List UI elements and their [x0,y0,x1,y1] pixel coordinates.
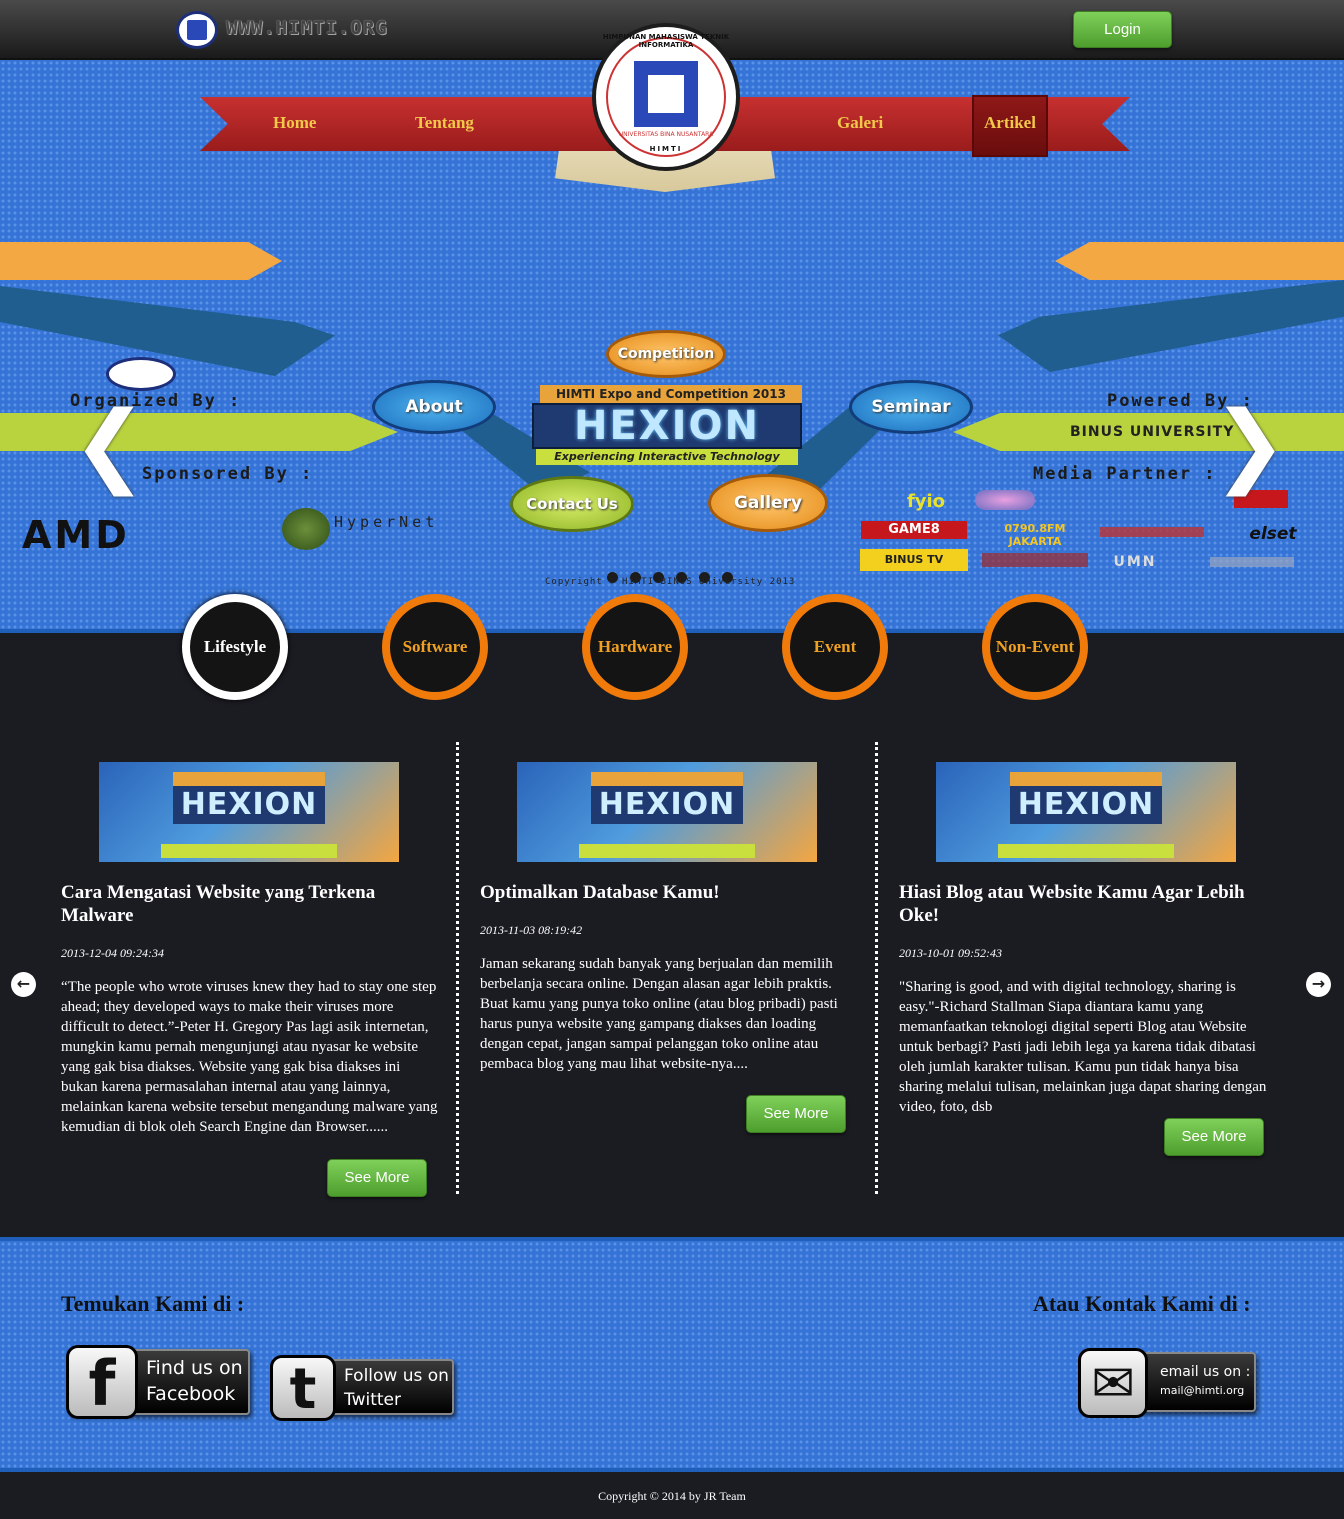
category-non-event[interactable]: Non-Event [982,594,1088,700]
article-thumbnail[interactable]: HEXION [517,762,817,862]
decor-band-lime-left [0,413,398,451]
login-button[interactable]: Login [1073,11,1172,48]
partner-logo-mark [1210,557,1294,567]
site-url[interactable]: WWW.HIMTI.ORG [226,17,388,39]
category-lifestyle[interactable]: Lifestyle [182,594,288,700]
hero-next-arrow[interactable]: ❯ [1212,400,1287,490]
column-divider [456,742,459,1194]
partner-logo: UMN [1113,554,1157,570]
emblem-university: UNIVERSITAS BINA NUSANTARA [618,131,714,138]
hero-prev-arrow[interactable]: ❮ [72,400,147,490]
article-date: 2013-11-03 08:19:42 [480,923,583,937]
article-excerpt: "Sharing is good, and with digital techn… [899,979,1267,1115]
article-thumbnail[interactable]: HEXION [99,762,399,862]
organizer-logo-icon [106,357,176,391]
partner-logo-mark [1100,527,1204,537]
footer-copyright: Copyright © 2014 by JR Team [0,1476,1344,1519]
see-more-button[interactable]: See More [327,1159,427,1197]
sponsored-by-heading: Sponsored By : [142,464,314,484]
articles-section [0,637,1344,1237]
bubble-seminar[interactable]: Seminar [849,380,973,434]
facebook-button[interactable]: f Find us on Facebook [66,1345,250,1420]
article-title[interactable]: Cara Mengatasi Website yang Terkena Malw… [61,881,431,927]
nav-tentang[interactable]: Tentang [415,113,474,133]
column-divider [875,742,878,1194]
himti-logo-icon[interactable] [176,11,218,49]
see-more-button[interactable]: See More [1164,1118,1264,1156]
bubble-about[interactable]: About [372,380,496,434]
partner-logo: elset [1249,524,1297,544]
sponsor-hypernet-logo: HyperNet [282,508,492,550]
himti-mark-icon [634,61,698,127]
find-us-heading: Temukan Kami di : [61,1291,245,1316]
article-title[interactable]: Optimalkan Database Kamu! [480,881,850,904]
decor-band-orange-right [1055,242,1344,280]
mail-icon: ✉ [1078,1348,1148,1418]
decor-band-orange-left [0,242,282,280]
hero-copyright: Copyright © HIMTI BINUS University 2013 [545,577,796,587]
hexion-tagline: Experiencing Interactive Technology [536,449,798,465]
emblem-acronym: HIMTI [649,145,683,153]
carousel-prev-arrow-icon[interactable]: ← [11,972,36,997]
category-hardware[interactable]: Hardware [582,594,688,700]
partner-logo: GAME8 [861,521,967,539]
media-partner-heading: Media Partner : [1033,464,1217,484]
article-date: 2013-12-04 09:24:34 [61,946,164,960]
partner-logo-mark [975,490,1035,510]
article-thumbnail[interactable]: HEXION [936,762,1236,862]
nav-artikel[interactable]: Artikel [984,113,1036,133]
partner-logo-mark [982,553,1088,567]
hexion-top-label: HIMTI Expo and Competition 2013 [540,385,802,403]
category-software[interactable]: Software [382,594,488,700]
partner-logo: BINUS TV [860,549,968,571]
partner-logo: 0790.8FM JAKARTA [1004,522,1066,548]
hexion-title: HEXION [532,403,802,449]
sponsor-amd-logo: AMD [22,513,130,557]
partner-logo: fyio [906,491,946,512]
article-date: 2013-10-01 09:52:43 [899,946,1002,960]
carousel-next-arrow-icon[interactable]: → [1306,972,1331,997]
twitter-icon: t [270,1355,336,1422]
twitter-button[interactable]: t Follow us on Twitter [270,1355,454,1422]
category-event[interactable]: Event [782,594,888,700]
nav-galeri[interactable]: Galeri [837,113,883,133]
bubble-competition[interactable]: Competition [606,330,726,378]
article-excerpt: “The people who wrote viruses knew they … [61,979,438,1135]
article-excerpt: Jaman sekarang sudah banyak yang berjual… [480,956,838,1072]
bubble-contact-us[interactable]: Contact Us [510,476,634,532]
facebook-icon: f [66,1345,138,1420]
hexion-logo: HIMTI Expo and Competition 2013 HEXION E… [520,385,810,465]
nav-home[interactable]: Home [273,113,316,133]
article-title[interactable]: Hiasi Blog atau Website Kamu Agar Lebih … [899,881,1269,927]
binus-logo: BINUS UNIVERSITY [1070,424,1235,440]
hypernet-mark-icon [282,508,330,550]
bubble-gallery[interactable]: Gallery [708,474,828,532]
see-more-button[interactable]: See More [746,1095,846,1133]
emblem-arc-text: HIMPUNAN MAHASISWA TEKNIK INFORMATIKA [602,33,730,49]
himti-emblem[interactable]: HIMPUNAN MAHASISWA TEKNIK INFORMATIKA UN… [592,23,740,171]
email-button[interactable]: ✉ email us on : mail@himti.org [1078,1348,1256,1418]
contact-us-heading: Atau Kontak Kami di : [1033,1291,1251,1316]
